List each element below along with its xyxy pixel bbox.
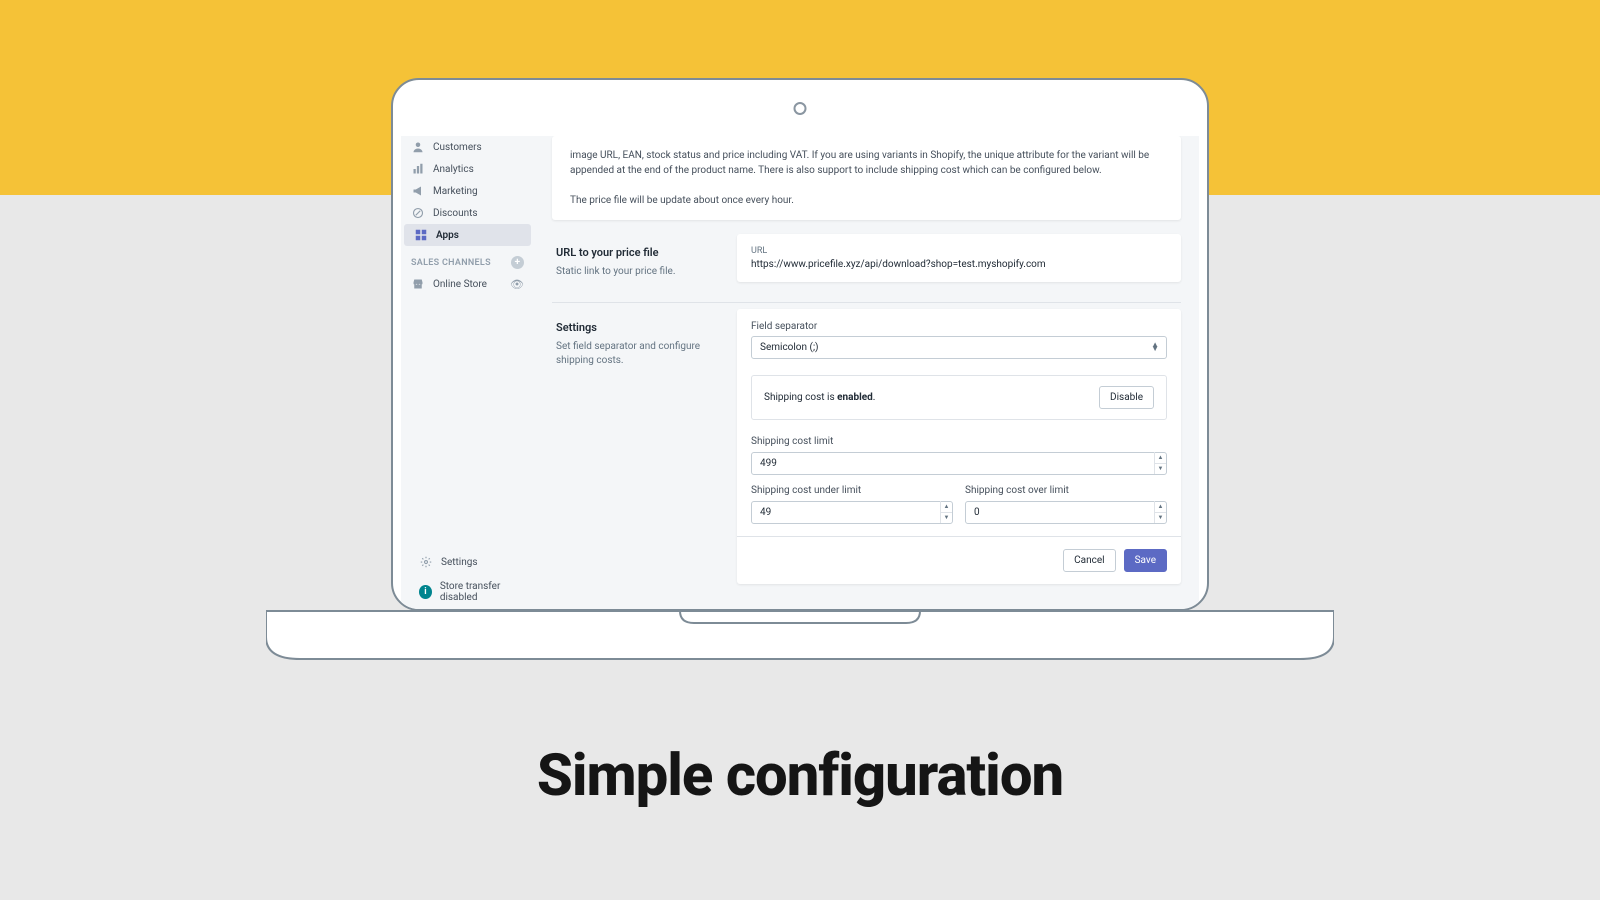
bars-icon (411, 162, 425, 176)
main-content: image URL, EAN, stock status and price i… (534, 136, 1199, 609)
sidebar-footer: Settings i Store transfer disabled (409, 549, 542, 609)
over-input[interactable] (965, 501, 1167, 524)
laptop-mockup: Customers Analytics Marketing Discounts … (391, 78, 1209, 661)
sidebar-item-marketing[interactable]: Marketing (401, 180, 534, 202)
under-input[interactable] (751, 501, 953, 524)
limit-input-wrap: ▲▼ (751, 451, 1167, 475)
settings-title: Settings (556, 321, 737, 334)
url-section: URL to your price file Static link to yo… (552, 234, 1181, 296)
sidebar-item-analytics[interactable]: Analytics (401, 158, 534, 180)
intro-card: image URL, EAN, stock status and price i… (552, 136, 1181, 220)
over-input-wrap: ▲▼ (965, 500, 1167, 524)
separator-select[interactable]: Semicolon (;) ▲▼ (751, 336, 1167, 359)
separator-value: Semicolon (;) (751, 336, 1167, 359)
url-section-header: URL to your price file Static link to yo… (552, 234, 737, 296)
sidebar-item-online-store[interactable]: Online Store 👁 (401, 273, 534, 295)
eye-icon[interactable]: 👁 (510, 278, 524, 291)
hero-caption: Simple configuration (0, 742, 1600, 810)
camera-icon (794, 102, 807, 115)
sidebar-item-label: Analytics (433, 164, 474, 175)
laptop-base (266, 609, 1334, 661)
sidebar-item-label: Apps (436, 230, 459, 241)
intro-text: image URL, EAN, stock status and price i… (570, 148, 1163, 208)
spinner-icon[interactable]: ▲▼ (1154, 501, 1166, 523)
settings-section: Settings Set field separator and configu… (552, 309, 1181, 598)
shipping-status-card: Shipping cost is enabled. Disable (751, 375, 1167, 420)
spinner-icon[interactable]: ▲▼ (940, 501, 952, 523)
cancel-button[interactable]: Cancel (1063, 549, 1115, 572)
url-value[interactable]: https://www.pricefile.xyz/api/download?s… (751, 259, 1167, 270)
limit-label: Shipping cost limit (751, 436, 1167, 447)
disable-button[interactable]: Disable (1099, 386, 1154, 409)
sales-channels-header: SALES CHANNELS + (401, 246, 534, 273)
limit-input[interactable] (751, 452, 1167, 475)
sidebar-item-label: Online Store (433, 279, 487, 290)
divider (552, 302, 1181, 303)
sidebar-item-apps[interactable]: Apps (404, 224, 531, 246)
form-actions: Cancel Save (737, 536, 1181, 584)
url-card: URL https://www.pricefile.xyz/api/downlo… (737, 234, 1181, 282)
sidebar-item-label: Marketing (433, 186, 478, 197)
sidebar-item-customers[interactable]: Customers (401, 136, 534, 158)
sidebar-item-label: Discounts (433, 208, 478, 219)
gear-icon (419, 555, 433, 569)
store-icon (411, 277, 425, 291)
info-icon: i (419, 585, 432, 599)
store-transfer-status: i Store transfer disabled (409, 575, 542, 609)
url-label: URL (751, 246, 1167, 256)
shipping-status-text: Shipping cost is enabled. (764, 392, 875, 403)
sidebar-item-label: Customers (433, 142, 482, 153)
sidebar-item-discounts[interactable]: Discounts (401, 202, 534, 224)
person-icon (411, 140, 425, 154)
intro-line1: image URL, EAN, stock status and price i… (570, 150, 1149, 176)
under-input-wrap: ▲▼ (751, 500, 953, 524)
add-channel-button[interactable]: + (511, 256, 524, 269)
settings-link[interactable]: Settings (409, 549, 542, 575)
settings-card: Field separator Semicolon (;) ▲▼ Shippin… (737, 309, 1181, 584)
settings-desc: Set field separator and configure shippi… (556, 340, 737, 368)
transfer-label: Store transfer disabled (440, 581, 532, 603)
sales-channels-label: SALES CHANNELS (411, 258, 491, 268)
url-title: URL to your price file (556, 246, 737, 259)
megaphone-icon (411, 184, 425, 198)
save-button[interactable]: Save (1124, 549, 1167, 572)
apps-icon (414, 228, 428, 242)
discount-icon (411, 206, 425, 220)
app-window: Customers Analytics Marketing Discounts … (401, 136, 1199, 609)
settings-section-header: Settings Set field separator and configu… (552, 309, 737, 598)
settings-label: Settings (441, 557, 478, 568)
shipping-enabled: enabled (837, 392, 873, 403)
under-label: Shipping cost under limit (751, 485, 953, 496)
separator-label: Field separator (751, 321, 1167, 332)
intro-line2: The price file will be update about once… (570, 195, 794, 206)
spinner-icon[interactable]: ▲▼ (1154, 452, 1166, 474)
laptop-screen: Customers Analytics Marketing Discounts … (391, 78, 1209, 611)
sidebar: Customers Analytics Marketing Discounts … (401, 136, 534, 609)
shipping-prefix: Shipping cost is (764, 392, 837, 403)
url-desc: Static link to your price file. (556, 265, 737, 279)
over-label: Shipping cost over limit (965, 485, 1167, 496)
